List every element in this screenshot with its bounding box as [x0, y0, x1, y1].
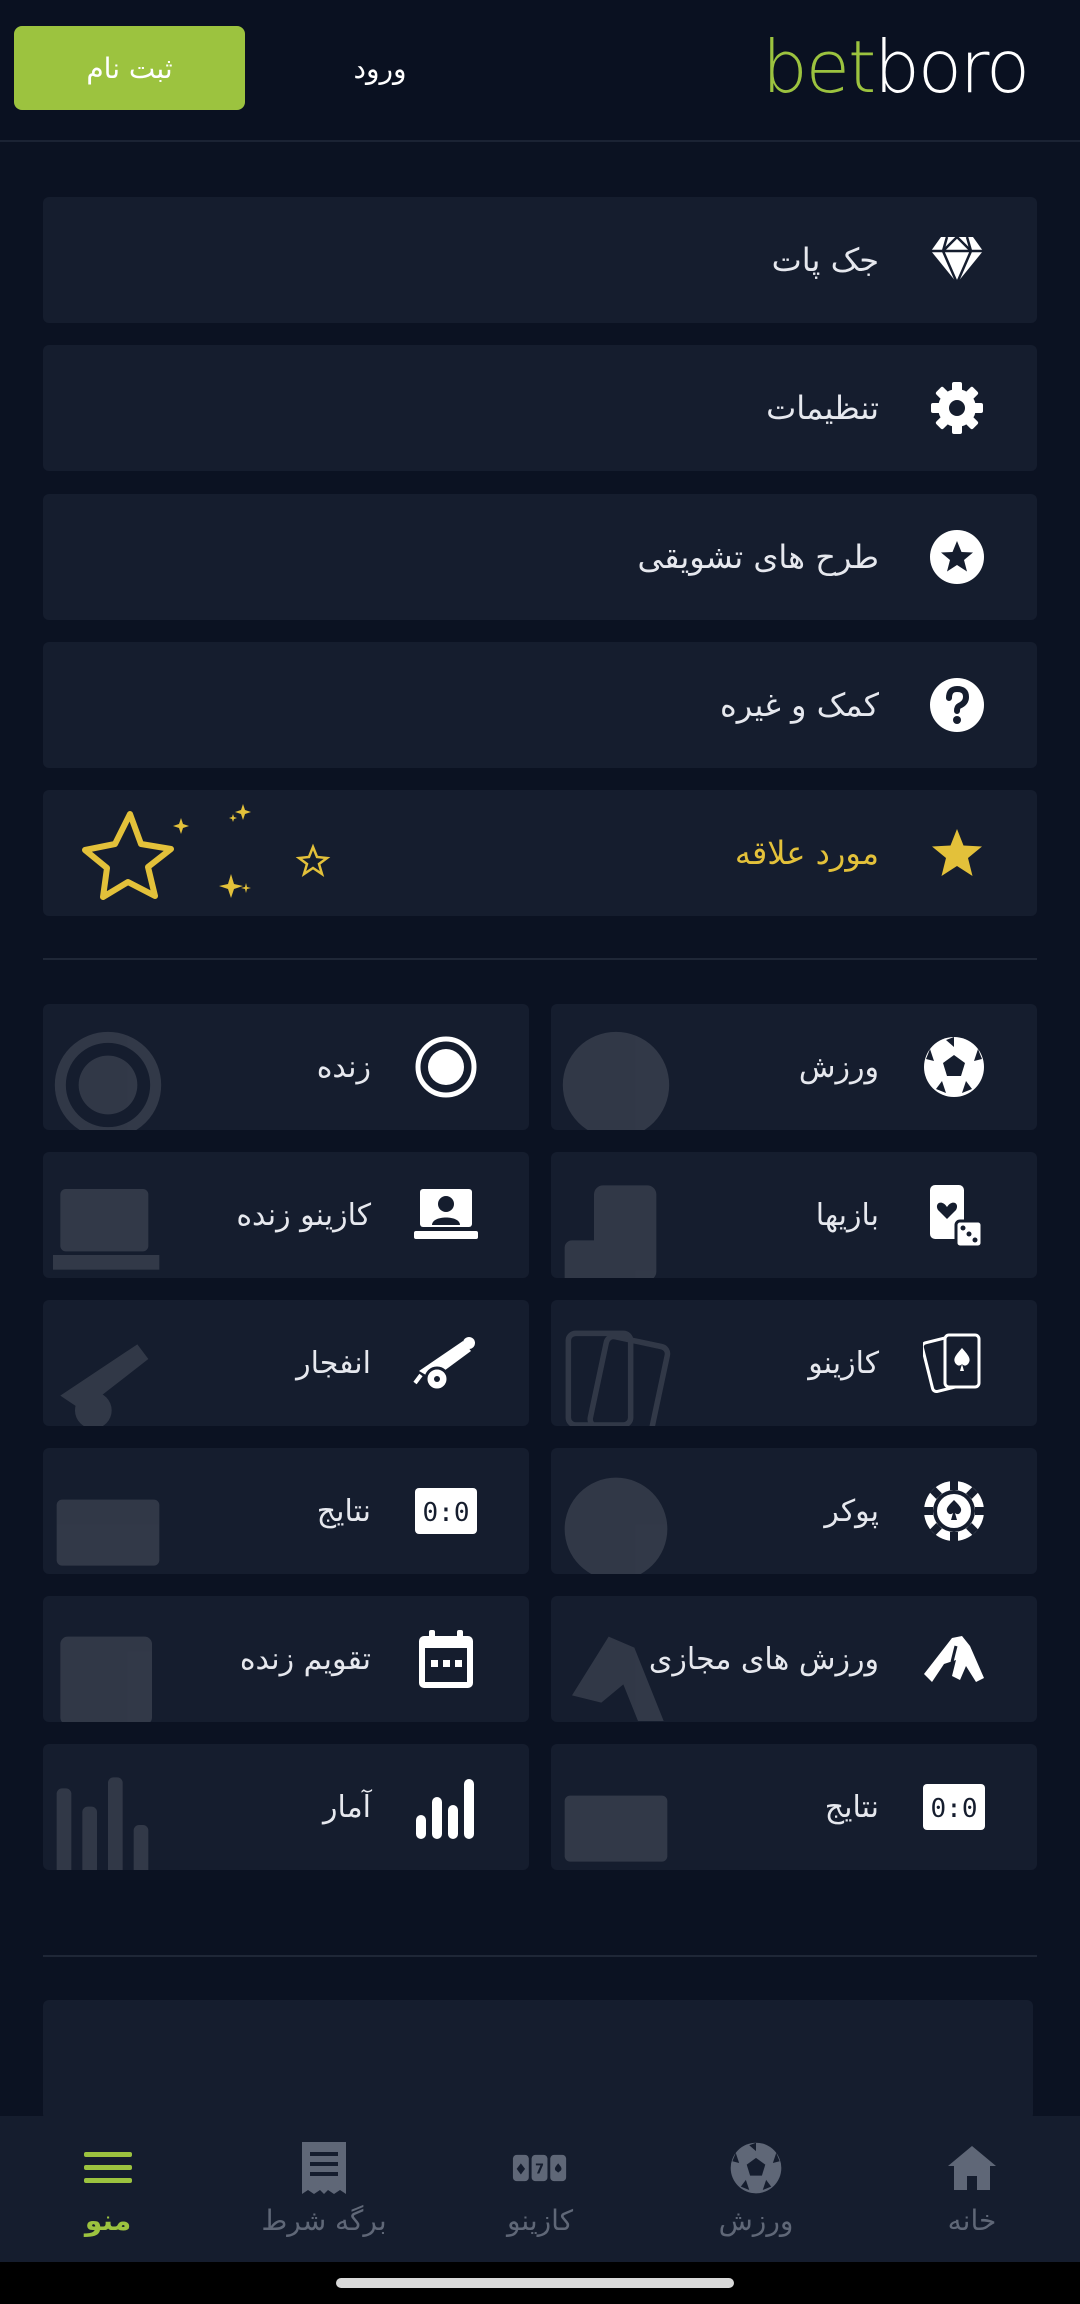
nav-sports[interactable]: ورزش	[648, 2116, 864, 2262]
nav-label: منو	[84, 2204, 132, 2237]
promo-banner-area	[43, 2000, 1033, 2120]
tile-poker[interactable]: پوکر	[551, 1448, 1037, 1574]
register-button[interactable]: ثبت نام	[14, 26, 245, 110]
star-circle-icon	[929, 529, 985, 585]
tile-label: تقویم زنده	[239, 1641, 371, 1677]
tile-label: پوکر	[824, 1493, 879, 1529]
soccer-ball-icon	[561, 1030, 671, 1130]
scoreboard-icon: 0:0	[921, 1774, 987, 1840]
menu-item-promotions[interactable]: طرح های تشویقی	[43, 494, 1037, 620]
tile-label: ورزش های مجازی	[648, 1641, 879, 1677]
tile-live[interactable]: زنده	[43, 1004, 529, 1130]
menu-item-settings[interactable]: تنظیمات	[43, 345, 1037, 471]
bottom-nav: خانه ورزش 7 کازینو برگه شرط منو	[0, 2116, 1080, 2262]
question-icon	[929, 677, 985, 733]
live-dealer-icon	[413, 1182, 479, 1248]
live-record-icon	[53, 1030, 163, 1130]
stats-bars-icon	[413, 1774, 479, 1840]
nav-label: خانه	[947, 2204, 997, 2237]
tile-casino[interactable]: کازینو	[551, 1300, 1037, 1426]
tile-label: بازیها	[815, 1197, 879, 1233]
cannon-icon	[413, 1330, 479, 1396]
diamond-icon	[929, 232, 985, 288]
playing-cards-icon	[921, 1330, 987, 1396]
tile-results-2[interactable]: 0:0 نتایج	[43, 1448, 529, 1574]
card-dice-icon	[921, 1182, 987, 1248]
cannon-icon	[53, 1326, 163, 1426]
poker-chip-icon	[921, 1478, 987, 1544]
tile-label: نتایج	[316, 1493, 371, 1529]
tile-label: ورزش	[798, 1049, 879, 1085]
tile-virtual-sports[interactable]: ورزش های مجازی	[551, 1596, 1037, 1722]
calendar-icon	[53, 1622, 163, 1722]
menu-item-label: کمک و غیره	[720, 686, 879, 724]
nav-label: کازینو	[506, 2204, 574, 2237]
nav-betslip[interactable]: برگه شرط	[216, 2116, 432, 2262]
live-record-icon	[413, 1034, 479, 1100]
soccer-ball-icon	[921, 1034, 987, 1100]
divider	[43, 1955, 1037, 1957]
tile-results[interactable]: 0:0 نتایج	[551, 1744, 1037, 1870]
tile-label: انفجار	[296, 1345, 371, 1381]
tile-statistics[interactable]: آمار	[43, 1744, 529, 1870]
header: ثبت نام ورود bet boro	[0, 0, 1080, 142]
tile-sports[interactable]: ورزش	[551, 1004, 1037, 1130]
scoreboard-icon: 0:0	[413, 1478, 479, 1544]
logo-bet: bet	[761, 25, 876, 109]
login-button[interactable]: ورود	[320, 26, 440, 110]
logo-boro: boro	[874, 25, 1030, 109]
star-icon	[929, 825, 985, 881]
home-icon	[944, 2140, 1000, 2196]
svg-text:7: 7	[535, 2163, 544, 2178]
menu-item-label: تنظیمات	[766, 389, 879, 427]
menu-item-label: طرح های تشویقی	[637, 538, 879, 576]
menu-item-label: جک پات	[771, 241, 879, 279]
menu-item-label: مورد علاقه	[734, 834, 879, 872]
nav-label: ورزش	[718, 2204, 794, 2237]
logo[interactable]: bet boro	[761, 22, 1030, 112]
scoreboard-icon	[53, 1474, 163, 1574]
tile-live-calendar[interactable]: تقویم زنده	[43, 1596, 529, 1722]
nav-casino[interactable]: 7 کازینو	[432, 2116, 648, 2262]
soccer-ball-icon	[728, 2140, 784, 2196]
slot-machine-icon: 7	[512, 2140, 568, 2196]
tile-label: کازینو زنده	[236, 1197, 371, 1233]
live-dealer-icon	[53, 1178, 163, 1278]
svg-text:0:0: 0:0	[423, 1498, 470, 1528]
svg-text:0:0: 0:0	[931, 1794, 978, 1824]
receipt-icon	[296, 2140, 352, 2196]
playing-cards-icon	[561, 1326, 671, 1426]
calendar-icon	[413, 1626, 479, 1692]
tile-label: آمار	[322, 1789, 371, 1825]
nav-home[interactable]: خانه	[864, 2116, 1080, 2262]
hamburger-icon	[80, 2140, 136, 2196]
horse-icon	[921, 1626, 987, 1692]
tile-label: نتایج	[824, 1789, 879, 1825]
scoreboard-icon	[561, 1770, 671, 1870]
menu-item-help[interactable]: کمک و غیره	[43, 642, 1037, 768]
stats-bars-icon	[53, 1770, 163, 1870]
card-dice-icon	[561, 1178, 671, 1278]
menu-item-jackpot[interactable]: جک پات	[43, 197, 1037, 323]
nav-menu[interactable]: منو	[0, 2116, 216, 2262]
tile-live-casino[interactable]: کازینو زنده	[43, 1152, 529, 1278]
tile-label: زنده	[316, 1049, 371, 1085]
menu-item-favorites[interactable]: مورد علاقه	[43, 790, 1037, 916]
nav-label: برگه شرط	[261, 2204, 387, 2237]
gear-icon	[929, 380, 985, 436]
tile-games[interactable]: بازیها	[551, 1152, 1037, 1278]
divider	[43, 958, 1037, 960]
home-indicator[interactable]	[336, 2278, 734, 2288]
tile-crash[interactable]: انفجار	[43, 1300, 529, 1426]
poker-chip-icon	[561, 1474, 671, 1574]
tile-label: کازینو	[808, 1345, 879, 1381]
favorites-stars-decoration	[63, 800, 333, 910]
